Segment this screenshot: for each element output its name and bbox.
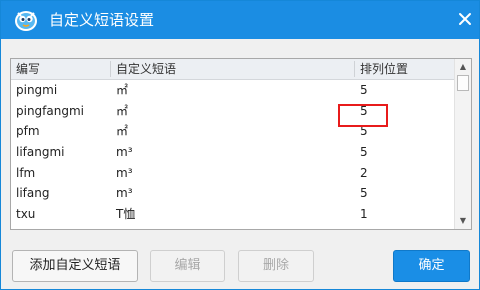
title-bar: 自定义短语设置 [1, 1, 479, 39]
phrase-list[interactable]: 编写 自定义短语 排列位置 pingmi ㎡ 5 pingfangmi ㎡ 5 … [10, 58, 472, 230]
scroll-thumb[interactable] [457, 75, 469, 91]
scroll-up-arrow-icon[interactable]: ▲ [455, 59, 471, 75]
cell-position: 5 [360, 124, 368, 139]
cell-code: pingmi [16, 83, 58, 97]
cell-position: 5 [360, 186, 368, 201]
cell-position: 5 [360, 103, 368, 118]
table-row[interactable]: lifang m³ 5 [11, 183, 454, 204]
cell-code: lifang [16, 186, 50, 201]
column-header-phrase[interactable]: 自定义短语 [111, 59, 354, 79]
cell-code: pingfangmi [16, 103, 84, 118]
table-row[interactable]: lifangmi m³ 5 [11, 142, 454, 163]
cell-phrase: ㎡ [116, 124, 129, 139]
cell-phrase: ㎡ [116, 103, 129, 118]
sogou-mascot-icon [14, 8, 38, 32]
list-header: 编写 自定义短语 排列位置 [11, 59, 454, 80]
table-row[interactable]: txu T恤 1 [11, 204, 454, 225]
cell-position: 2 [360, 165, 368, 180]
cell-code: lifangmi [16, 145, 65, 160]
edit-button[interactable]: 编辑 [150, 250, 225, 282]
cell-position: 5 [360, 145, 368, 160]
delete-button[interactable]: 删除 [238, 250, 314, 282]
cell-phrase: ㎡ [116, 83, 129, 97]
scroll-down-arrow-icon[interactable]: ▼ [455, 213, 471, 229]
close-icon[interactable] [453, 7, 477, 31]
cell-phrase: T恤 [116, 207, 136, 222]
table-row[interactable]: pingfangmi ㎡ 5 [11, 101, 454, 122]
table-row[interactable]: pingmi ㎡ 5 [11, 80, 454, 101]
cell-code: lfm [16, 165, 36, 180]
column-header-code[interactable]: 编写 [11, 59, 110, 79]
vertical-scrollbar[interactable]: ▲ ▼ [454, 59, 471, 229]
cell-position: 1 [360, 207, 368, 222]
custom-phrase-dialog: 自定义短语设置 编写 自定义短语 排列位置 pingmi ㎡ 5 pingfan… [0, 0, 480, 290]
cell-phrase: m³ [116, 165, 133, 180]
cell-phrase: m³ [116, 145, 133, 160]
column-header-position[interactable]: 排列位置 [355, 59, 454, 79]
cell-code: txu [16, 207, 36, 222]
table-row[interactable]: pfm ㎡ 5 [11, 121, 454, 142]
cell-phrase: m³ [116, 186, 133, 201]
table-row[interactable]: lfm m³ 2 [11, 163, 454, 184]
add-phrase-button[interactable]: 添加自定义短语 [12, 250, 138, 282]
dialog-title: 自定义短语设置 [49, 11, 155, 29]
list-rows: pingmi ㎡ 5 pingfangmi ㎡ 5 pfm ㎡ 5 lifang… [11, 80, 454, 225]
cell-code: pfm [16, 124, 40, 139]
cell-position: 5 [360, 83, 368, 97]
ok-button[interactable]: 确定 [393, 250, 470, 282]
